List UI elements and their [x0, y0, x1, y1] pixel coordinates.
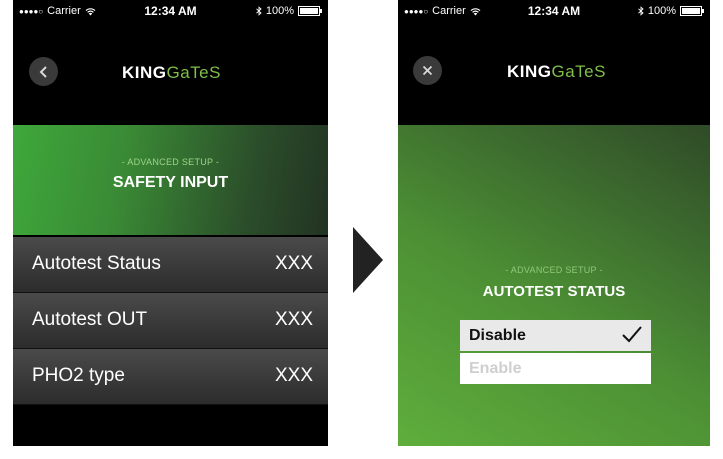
kinggates-logo: KINGGaTeS: [507, 62, 606, 82]
close-button[interactable]: [413, 56, 442, 85]
option-label: Disable: [469, 326, 526, 344]
list-item-autotest-status[interactable]: Autotest Status XXX: [13, 237, 328, 293]
close-icon: [422, 65, 433, 76]
list-item-label: Autotest Status: [32, 253, 161, 274]
phone-screen-autotest-status: ●●●●○ Carrier 12:34 AM 100% KINGGaTeS - …: [398, 0, 710, 446]
section-header: - ADVANCED SETUP - SAFETY INPUT: [13, 125, 328, 235]
list-item-pho2-type[interactable]: PHO2 type XXX: [13, 349, 328, 405]
list-item-label: Autotest OUT: [32, 309, 148, 330]
section-subtitle: - ADVANCED SETUP -: [505, 265, 603, 275]
option-disable[interactable]: Disable: [460, 320, 651, 351]
list-item-label: PHO2 type: [32, 365, 125, 386]
back-arrow-icon: [39, 65, 47, 78]
battery-percent: 100%: [647, 5, 676, 17]
back-button[interactable]: [29, 57, 58, 86]
list-item-value: XXX: [274, 253, 313, 274]
phone-screen-safety-input: ●●●●○ Carrier 12:34 AM 100% KINGGaTeS - …: [13, 0, 328, 446]
status-right: 100%: [256, 5, 322, 17]
bluetooth-icon: [638, 6, 644, 16]
option-label: Enable: [469, 359, 522, 377]
settings-list: Autotest Status XXX Autotest OUT XXX PHO…: [13, 237, 328, 405]
option-enable[interactable]: Enable: [460, 353, 651, 384]
battery-icon: [298, 6, 322, 16]
status-right: 100%: [638, 5, 704, 17]
list-item-value: XXX: [274, 309, 313, 330]
section-title: SAFETY INPUT: [112, 174, 229, 191]
battery-percent: 100%: [265, 5, 294, 17]
logo-gates: GaTeS: [166, 63, 221, 82]
logo-king: KING: [122, 63, 167, 82]
list-item-autotest-out[interactable]: Autotest OUT XXX: [13, 293, 328, 349]
option-panel: - ADVANCED SETUP - AUTOTEST STATUS Disab…: [398, 125, 710, 446]
status-bar: ●●●●○ Carrier 12:34 AM 100%: [398, 0, 710, 22]
list-item-value: XXX: [274, 365, 313, 386]
section-subtitle: - ADVANCED SETUP -: [121, 157, 220, 167]
status-bar: ●●●●○ Carrier 12:34 AM 100%: [13, 0, 328, 22]
checkmark-icon: [622, 326, 642, 343]
logo-king: KING: [507, 62, 552, 81]
logo-gates: GaTeS: [551, 62, 606, 81]
bluetooth-icon: [256, 6, 262, 16]
section-title: AUTOTEST STATUS: [482, 283, 626, 300]
kinggates-logo: KINGGaTeS: [122, 63, 221, 83]
battery-icon: [680, 6, 704, 16]
flow-arrow-icon: [353, 227, 383, 293]
